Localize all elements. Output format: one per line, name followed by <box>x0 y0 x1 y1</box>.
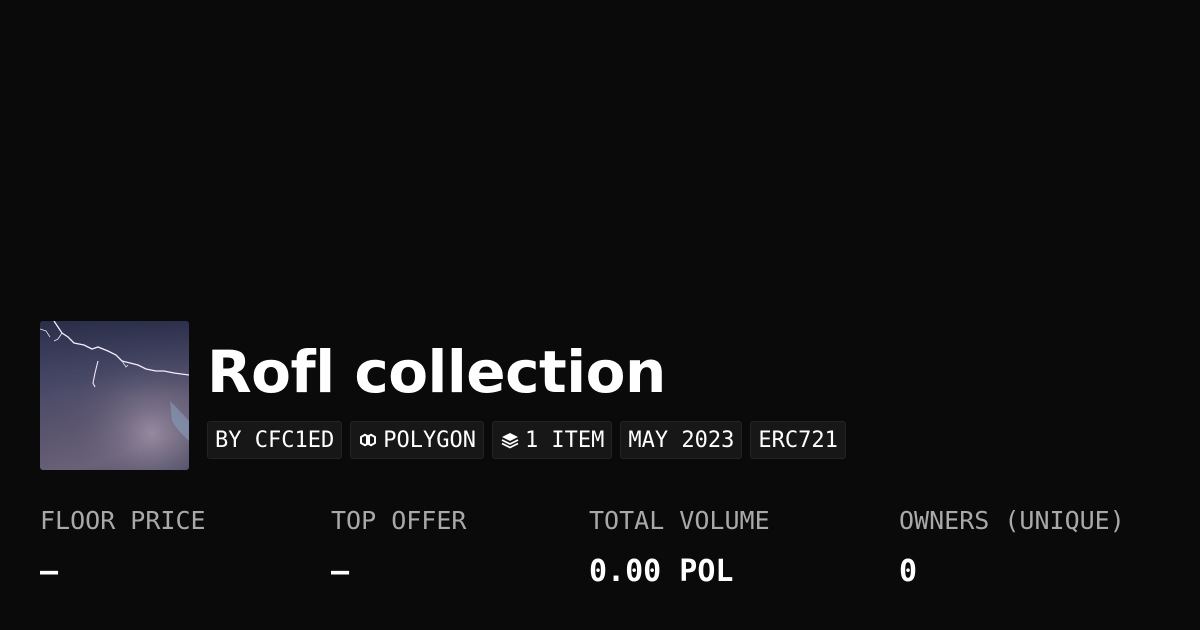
items-chip[interactable]: 1 ITEM <box>491 421 613 459</box>
lightning-storm-image <box>40 321 189 470</box>
chain-chip-label: POLYGON <box>383 427 476 453</box>
date-chip-label: MAY 2023 <box>628 427 735 453</box>
creator-chip-label: BY CFC1ED <box>215 427 335 453</box>
date-chip: MAY 2023 <box>620 421 743 459</box>
standard-chip: ERC721 <box>750 421 846 459</box>
total-volume-value: 0.00 POL <box>589 554 734 589</box>
collection-stats: FLOOR PRICE – TOP OFFER – TOTAL VOLUME 0… <box>0 505 1200 605</box>
collection-info: Rofl collection BY CFC1ED POLYGON 1 ITEM <box>207 321 846 470</box>
standard-chip-label: ERC721 <box>758 427 838 453</box>
layers-icon <box>501 433 519 449</box>
top-offer-stat: TOP OFFER – <box>331 505 466 590</box>
owners-label: OWNERS (UNIQUE) <box>899 506 1125 535</box>
collection-header: Rofl collection BY CFC1ED POLYGON 1 ITEM <box>40 321 846 470</box>
items-chip-label: 1 ITEM <box>524 427 605 453</box>
collection-title: Rofl collection <box>207 338 666 406</box>
owners-value: 0 <box>899 554 918 589</box>
polygon-icon <box>360 433 377 447</box>
floor-price-label: FLOOR PRICE <box>40 506 206 535</box>
floor-price-stat: FLOOR PRICE – <box>40 505 206 590</box>
collection-thumbnail[interactable] <box>40 321 189 470</box>
owners-stat: OWNERS (UNIQUE) 0 <box>899 505 1125 590</box>
total-volume-label: TOTAL VOLUME <box>589 506 770 535</box>
top-offer-label: TOP OFFER <box>331 506 467 535</box>
floor-price-value: – <box>40 554 59 589</box>
chain-chip[interactable]: POLYGON <box>350 421 484 459</box>
creator-chip[interactable]: BY CFC1ED <box>207 421 343 459</box>
top-offer-value: – <box>331 554 350 589</box>
total-volume-stat: TOTAL VOLUME 0.00 POL <box>589 505 770 590</box>
collection-chips: BY CFC1ED POLYGON 1 ITEM MAY 2023 ERC721 <box>207 421 846 459</box>
